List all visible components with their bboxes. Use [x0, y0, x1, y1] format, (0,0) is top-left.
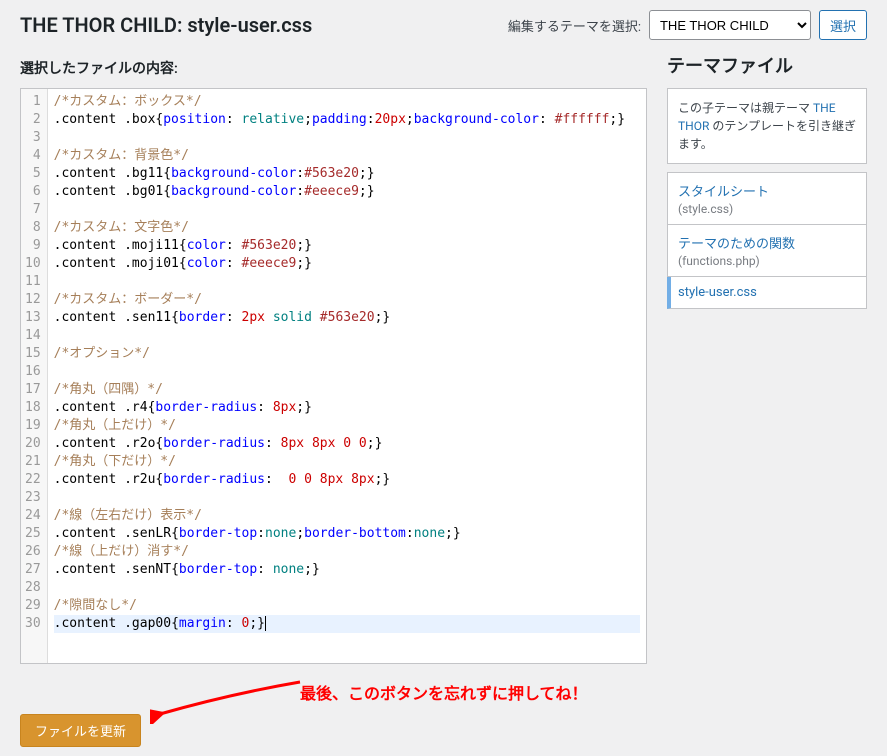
file-link[interactable]: style-user.css — [678, 285, 856, 300]
arrow-icon — [150, 674, 310, 724]
file-subname: (functions.php) — [678, 254, 856, 268]
theme-selector: 編集するテーマを選択: THE THOR CHILD 選択 — [508, 10, 867, 40]
code-lines[interactable]: /*カスタム：ボックス*/.content .box{position: rel… — [48, 89, 646, 663]
page-title: THE THOR CHILD: style-user.css — [20, 13, 312, 37]
theme-notice: この子テーマは親テーマ THE THOR のテンプレートを引き継ぎます。 — [667, 88, 867, 164]
file-subname: (style.css) — [678, 202, 856, 216]
theme-select[interactable]: THE THOR CHILD — [649, 10, 811, 40]
file-link[interactable]: テーマのための関数 — [678, 233, 856, 252]
annotation-text: 最後、このボタンを忘れずに押してね！ — [300, 680, 588, 704]
theme-select-label: 編集するテーマを選択: — [508, 16, 641, 35]
line-gutter: 1234567891011121314151617181920212223242… — [21, 89, 48, 663]
file-list: スタイルシート (style.css) テーマのための関数 (functions.ph… — [667, 172, 867, 309]
file-list-item[interactable]: テーマのための関数 (functions.php) — [667, 225, 867, 277]
sidebar-title: テーマファイル — [667, 52, 867, 78]
file-list-item[interactable]: スタイルシート (style.css) — [667, 172, 867, 225]
content-subheader: 選択したファイルの内容: — [20, 58, 647, 78]
update-file-button[interactable]: ファイルを更新 — [20, 714, 141, 747]
file-link[interactable]: スタイルシート — [678, 181, 856, 200]
code-editor[interactable]: 1234567891011121314151617181920212223242… — [20, 88, 647, 664]
select-theme-button[interactable]: 選択 — [819, 10, 867, 40]
file-list-item[interactable]: style-user.css — [667, 277, 867, 309]
